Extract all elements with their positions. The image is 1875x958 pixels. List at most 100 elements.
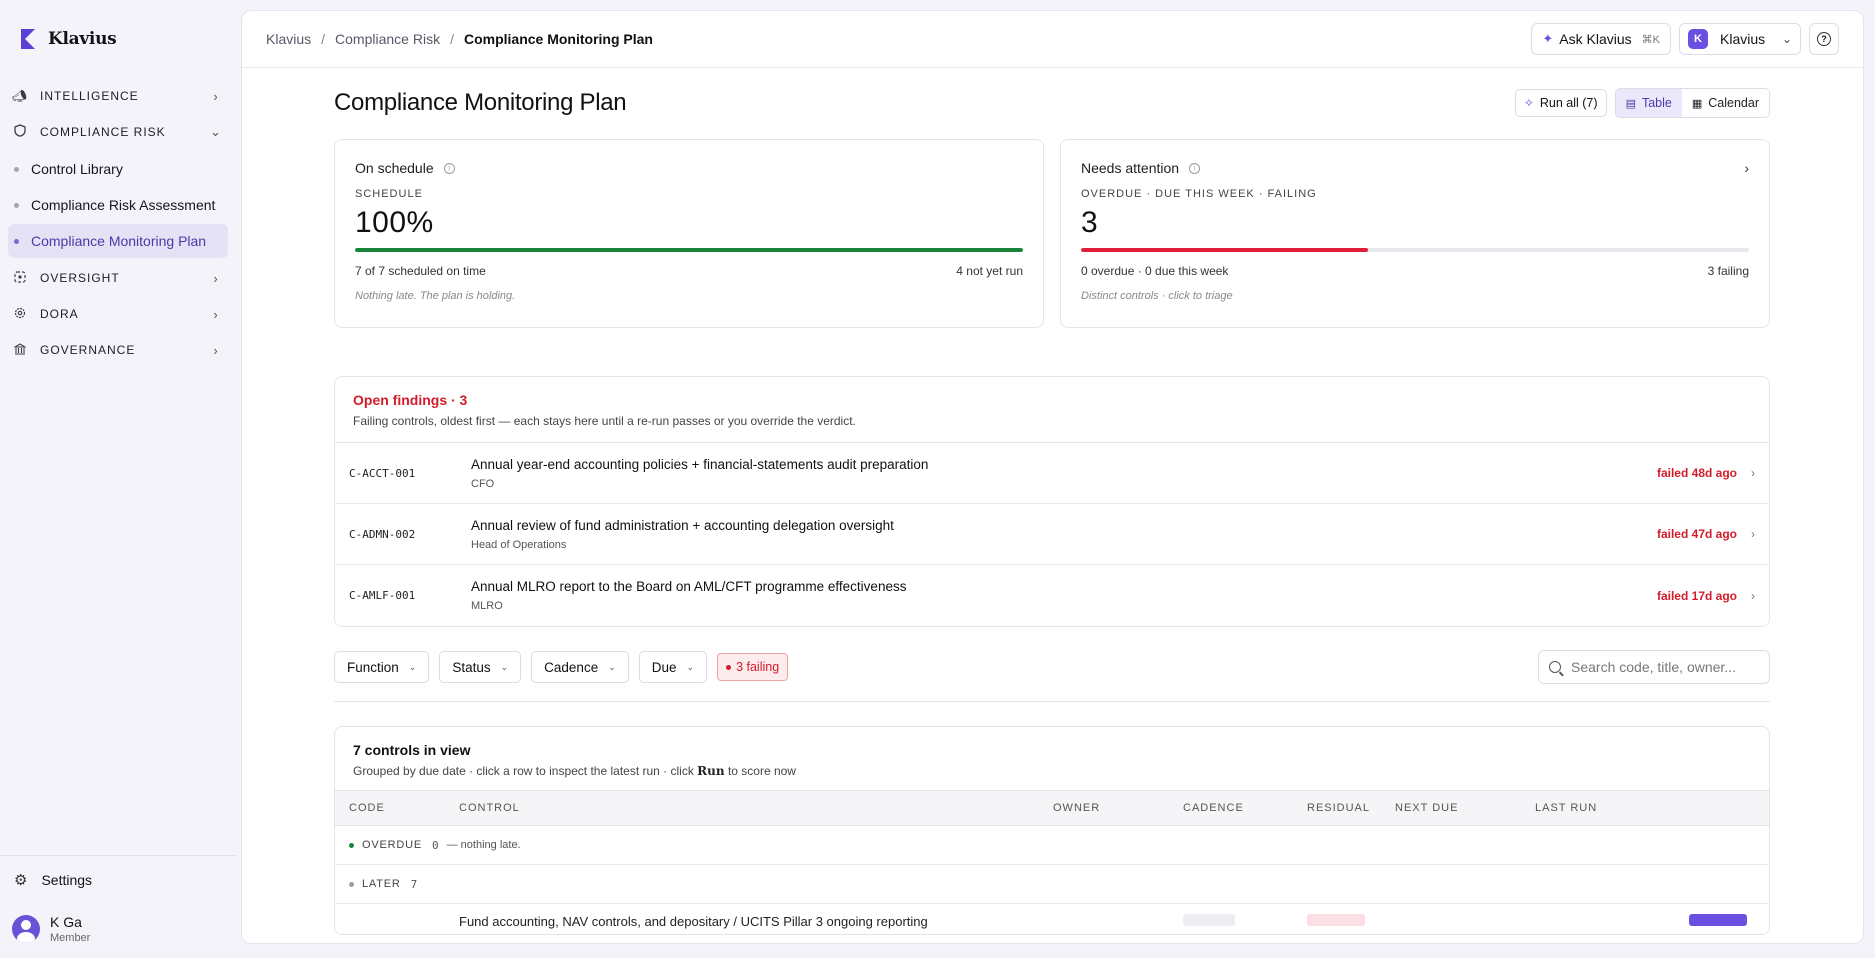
group-label: LATER <box>362 878 401 890</box>
sidebar-nav: 📣︎ INTELLIGENCE › COMPLIANCE RISK ⌄ Cont… <box>0 78 236 368</box>
info-icon[interactable]: i <box>1189 162 1201 174</box>
sparkle-icon: ✦ <box>1542 31 1554 46</box>
meta-right: 4 not yet run <box>956 264 1023 278</box>
workspace-name: Klavius <box>1720 31 1766 47</box>
chevron-down-icon: ⌄ <box>608 661 616 672</box>
avatar <box>12 915 40 943</box>
sidebar-item-compliance-monitoring-plan[interactable]: Compliance Monitoring Plan <box>8 224 228 258</box>
ask-klavius-button[interactable]: ✦ Ask Klavius ⌘K <box>1531 23 1671 55</box>
filter-label: Due <box>651 659 677 675</box>
sidebar-item-label: Compliance Risk Assessment <box>31 197 216 213</box>
filter-label: Status <box>452 659 491 675</box>
group-later[interactable]: LATER 7 <box>335 865 1769 904</box>
bullet <box>14 238 19 244</box>
column-next-due[interactable]: NEXT DUE <box>1395 802 1458 814</box>
workspace-selector[interactable]: K Klavius ⌄ <box>1679 23 1801 55</box>
run-all-label: Run all (7) <box>1539 96 1598 110</box>
sidebar-group-label: DORA <box>40 307 79 321</box>
table-icon: ▤ <box>1625 97 1636 110</box>
help-icon: ? <box>1817 32 1831 46</box>
search-icon <box>1549 661 1561 673</box>
finding-main: Annual review of fund administration + a… <box>471 518 1657 551</box>
column-cadence[interactable]: CADENCE <box>1183 802 1244 814</box>
settings-label: Settings <box>41 872 93 888</box>
sidebar-item-compliance-risk-assessment[interactable]: Compliance Risk Assessment <box>8 188 228 222</box>
card-meta: 0 overdue · 0 due this week 3 failing <box>1081 264 1749 278</box>
subtitle-text: Grouped by due date · click a row to ins… <box>353 764 694 778</box>
card-note: Nothing late. The plan is holding. <box>355 290 516 302</box>
sidebar-group-intelligence[interactable]: 📣︎ INTELLIGENCE › <box>8 78 228 114</box>
topbar-actions: ✦ Ask Klavius ⌘K K Klavius ⌄ ? <box>1531 23 1839 55</box>
column-owner[interactable]: OWNER <box>1053 802 1100 814</box>
filter-due[interactable]: Due ⌄ <box>638 651 708 683</box>
tab-calendar[interactable]: ▦ Calendar <box>1681 89 1769 117</box>
attention-progress-bar <box>1081 248 1749 252</box>
control-code: C-ACCT-001 <box>349 466 416 480</box>
card-value: 3 <box>1081 206 1099 239</box>
filter-status[interactable]: Status ⌄ <box>439 651 522 683</box>
sidebar-item-control-library[interactable]: Control Library <box>8 152 228 186</box>
finding-row[interactable]: C-AMLF-001 Annual MLRO report to the Boa… <box>335 565 1769 626</box>
chevron-right-icon: › <box>213 342 219 358</box>
group-note: — nothing late. <box>446 839 521 851</box>
table-header: CODE CONTROL OWNER CADENCE RESIDUAL NEXT… <box>335 790 1769 826</box>
run-all-button[interactable]: ✧ Run all (7) <box>1514 89 1607 117</box>
filter-cadence[interactable]: Cadence ⌄ <box>531 651 629 683</box>
meta-left: 7 of 7 scheduled on time <box>355 264 486 278</box>
failed-status: failed 48d ago <box>1656 466 1737 480</box>
run-button[interactable] <box>1689 914 1747 926</box>
controls-header: 7 controls in view Grouped by due date ·… <box>335 727 1769 790</box>
control-owner: Head of Operations <box>471 538 567 551</box>
cog-icon <box>10 307 30 322</box>
page-title: Compliance Monitoring Plan <box>334 89 627 116</box>
title-row: Compliance Monitoring Plan ✧ Run all (7)… <box>334 83 1770 123</box>
klavius-logo-icon <box>21 29 35 49</box>
column-residual[interactable]: RESIDUAL <box>1307 802 1370 814</box>
filter-label: Cadence <box>544 659 599 675</box>
breadcrumb-compliance-risk[interactable]: Compliance Risk <box>335 31 440 47</box>
tab-table[interactable]: ▤ Table <box>1615 89 1682 117</box>
sidebar-group-compliance-risk[interactable]: COMPLIANCE RISK ⌄ <box>8 114 228 150</box>
sparkle-icon: ✧ <box>1523 96 1534 110</box>
chevron-right-icon[interactable]: › <box>1744 160 1749 176</box>
open-findings-panel: Open findings · 3 Failing controls, olde… <box>334 376 1770 627</box>
sidebar: Klavius 📣︎ INTELLIGENCE › COMPLIANCE RIS… <box>0 0 236 958</box>
finding-row[interactable]: C-ACCT-001 Annual year-end accounting po… <box>335 443 1769 504</box>
ask-label: Ask Klavius <box>1559 31 1632 47</box>
divider <box>334 701 1770 702</box>
column-last-run[interactable]: LAST RUN <box>1535 802 1597 814</box>
user-profile[interactable]: K Ga Member <box>0 900 236 958</box>
meta-left: 0 overdue · 0 due this week <box>1081 264 1229 278</box>
brand[interactable]: Klavius <box>0 0 236 78</box>
filter-function[interactable]: Function ⌄ <box>334 651 430 683</box>
column-code[interactable]: CODE <box>349 802 385 814</box>
attention-card[interactable]: Needs attention i › OVERDUE · DUE THIS W… <box>1060 139 1770 328</box>
chip-label: 3 failing <box>736 660 780 674</box>
chevron-right-icon: › <box>1751 466 1755 480</box>
help-button[interactable]: ? <box>1809 23 1839 55</box>
status-dot <box>349 842 354 848</box>
sidebar-group-governance[interactable]: GOVERNANCE › <box>8 332 228 368</box>
bullet <box>14 166 19 172</box>
sidebar-group-dora[interactable]: DORA › <box>8 296 228 332</box>
finding-row[interactable]: C-ADMN-002 Annual review of fund adminis… <box>335 504 1769 565</box>
info-icon[interactable]: i <box>443 162 455 174</box>
search-input[interactable] <box>1571 659 1759 675</box>
title-actions: ✧ Run all (7) ▤ Table ▦ Calendar <box>1514 88 1770 118</box>
search-box[interactable] <box>1538 650 1770 684</box>
settings-link[interactable]: ⚙ Settings <box>0 860 236 900</box>
sidebar-group-label: OVERSIGHT <box>40 271 120 285</box>
sidebar-group-oversight[interactable]: OVERSIGHT › <box>8 260 228 296</box>
failing-filter-chip[interactable]: 3 failing <box>717 653 789 681</box>
brand-name: Klavius <box>48 29 117 49</box>
card-kicker: OVERDUE · DUE THIS WEEK · FAILING <box>1081 188 1317 200</box>
breadcrumb-klavius[interactable]: Klavius <box>266 31 311 47</box>
breadcrumb-separator: / <box>321 31 326 47</box>
column-control[interactable]: CONTROL <box>459 802 520 814</box>
card-meta: 7 of 7 scheduled on time 4 not yet run <box>355 264 1023 278</box>
controls-subtitle: Grouped by due date · click a row to ins… <box>353 764 1751 778</box>
group-overdue[interactable]: OVERDUE 0 — nothing late. <box>335 826 1769 865</box>
table-row[interactable]: Fund accounting, NAV controls, and depos… <box>335 904 1769 934</box>
view-toggle: ▤ Table ▦ Calendar <box>1614 88 1770 118</box>
subtitle-bold: Run <box>697 764 725 778</box>
